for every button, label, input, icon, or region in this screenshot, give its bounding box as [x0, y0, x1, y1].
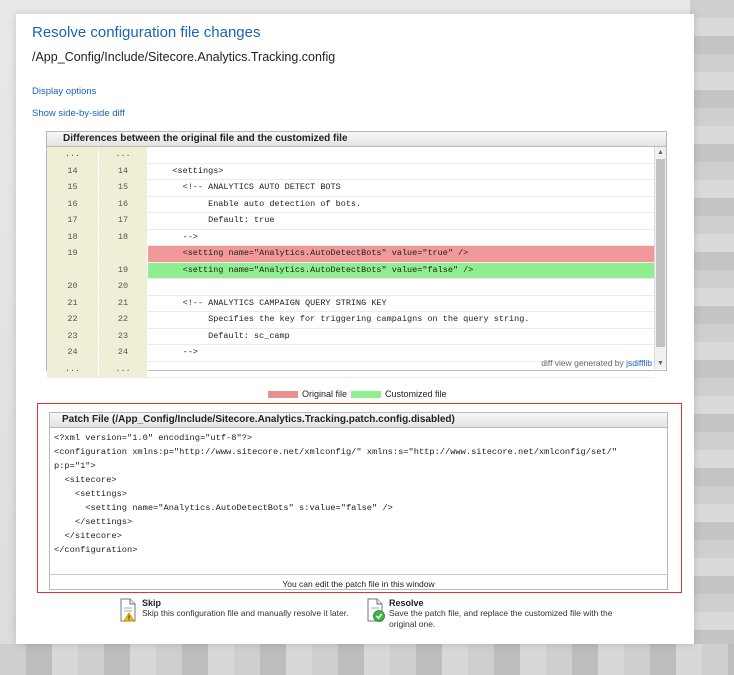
diff-line-text: Enable auto detection of bots. — [152, 198, 362, 209]
customized-line-number: 21 — [99, 295, 148, 311]
diff-legend: Original file Customized file — [268, 389, 447, 399]
display-options-link[interactable]: Display options — [32, 86, 96, 97]
diff-header: Differences between the original file an… — [47, 132, 666, 147]
diff-row: 20 20 — [47, 279, 654, 296]
patch-editor[interactable]: <?xml version="1.0" encoding="utf-8"?> <… — [50, 428, 667, 575]
skip-label: Skip — [142, 598, 162, 608]
original-line-number: 22 — [47, 312, 99, 328]
customized-file-label: Customized file — [385, 389, 447, 399]
customized-line-number: 20 — [99, 279, 148, 295]
customized-line-number: 19 — [99, 262, 148, 278]
original-line-number: 21 — [47, 295, 99, 311]
resolve-document-icon — [365, 598, 385, 624]
diff-row: 18 18 --> — [47, 229, 654, 246]
original-line-number: 20 — [47, 279, 99, 295]
scroll-down-icon[interactable]: ▼ — [655, 358, 666, 369]
diff-line-text: Specifies the key for triggering campaig… — [152, 314, 530, 324]
original-line-number: 14 — [47, 163, 99, 179]
original-line-number: 17 — [47, 213, 99, 229]
diff-generator-credit: diff view generated by jsdifflib — [541, 358, 652, 368]
customized-line-number: 14 — [99, 163, 148, 179]
diff-row: 15 15 <!-- ANALYTICS AUTO DETECT BOTS — [47, 180, 654, 197]
resolve-label: Resolve — [389, 598, 424, 608]
patch-file-panel: Patch File (/App_Config/Include/Sitecore… — [49, 412, 668, 590]
diff-row: 14 14 <settings> — [47, 163, 654, 180]
customized-line-number: ... — [99, 361, 148, 377]
original-line-number: ... — [47, 361, 99, 377]
diff-line-text: <!-- ANALYTICS CAMPAIGN QUERY STRING KEY — [152, 297, 387, 308]
customized-line-number: 15 — [99, 180, 148, 196]
skip-document-icon: ! — [118, 598, 138, 624]
customized-line-number: 18 — [99, 229, 148, 245]
diff-line-text: <setting name="Analytics.AutoDetectBots"… — [148, 262, 654, 278]
diff-row: ...... — [47, 147, 654, 164]
customized-line-number: ... — [99, 147, 148, 163]
diff-line-text: <settings> — [152, 165, 224, 176]
skip-action[interactable]: ! Skip Skip this configuration file and … — [118, 598, 372, 624]
original-line-number — [47, 262, 99, 278]
resolve-description: Save the patch file, and replace the cus… — [389, 608, 613, 629]
original-line-number: 18 — [47, 229, 99, 245]
diff-row: 19 <setting name="Analytics.AutoDetectBo… — [47, 262, 654, 279]
resolve-action[interactable]: Resolve Save the patch file, and replace… — [365, 598, 619, 630]
jsdifflib-link[interactable]: jsdifflib — [626, 358, 652, 368]
skip-description: Skip this configuration file and manuall… — [142, 608, 349, 618]
diff-line-text: Default: sc_camp — [152, 330, 290, 341]
original-line-number: ... — [47, 147, 99, 163]
customized-line-number — [99, 246, 148, 262]
customized-line-number: 24 — [99, 345, 148, 361]
svg-text:!: ! — [128, 616, 130, 622]
diff-line-text — [148, 147, 654, 163]
side-by-side-diff-link[interactable]: Show side-by-side diff — [32, 108, 125, 119]
diff-rows: ...... 14 14 <settings> 15 15 <!-- ANALYTICS… — [47, 147, 654, 378]
page-title: Resolve configuration file changes — [32, 24, 261, 41]
customized-line-number: 23 — [99, 328, 148, 344]
window-shadow-bottom — [0, 644, 734, 675]
diff-line-text — [148, 279, 654, 295]
diff-line-text: <setting name="Analytics.AutoDetectBots"… — [148, 246, 654, 262]
diff-row: 21 21 <!-- ANALYTICS CAMPAIGN QUERY STRIN… — [47, 295, 654, 312]
original-line-number: 24 — [47, 345, 99, 361]
diff-row: 17 17 Default: true — [47, 213, 654, 230]
diff-row: 22 22 Specifies the key for triggering ca… — [47, 312, 654, 329]
patch-header: Patch File (/App_Config/Include/Sitecore… — [50, 413, 667, 428]
original-line-number: 23 — [47, 328, 99, 344]
file-path: /App_Config/Include/Sitecore.Analytics.T… — [32, 50, 336, 64]
original-line-number: 15 — [47, 180, 99, 196]
diff-scrollbar[interactable]: ▲ ▼ — [654, 147, 666, 369]
customized-line-number: 16 — [99, 196, 148, 212]
original-swatch — [268, 390, 298, 398]
diff-row: 23 23 Default: sc_camp — [47, 328, 654, 345]
original-file-label: Original file — [302, 389, 348, 399]
customized-line-number: 22 — [99, 312, 148, 328]
original-line-number: 19 — [47, 246, 99, 262]
patch-note: You can edit the patch file in this wind… — [282, 579, 435, 589]
diff-row: 19 <setting name="Analytics.AutoDetectBo… — [47, 246, 654, 263]
customized-line-number: 17 — [99, 213, 148, 229]
diff-line-text: --> — [152, 231, 198, 242]
original-line-number: 16 — [47, 196, 99, 212]
window-shadow-right — [690, 0, 734, 675]
generated-prefix: diff view generated by — [541, 358, 624, 368]
diff-view: Differences between the original file an… — [46, 131, 667, 378]
diff-row: 16 16 Enable auto detection of bots. — [47, 196, 654, 213]
customized-swatch — [351, 390, 382, 398]
diff-line-text: Default: true — [152, 215, 275, 225]
scroll-thumb[interactable] — [656, 159, 665, 347]
diff-line-text: <!-- ANALYTICS AUTO DETECT BOTS — [152, 182, 341, 192]
scroll-up-icon[interactable]: ▲ — [655, 147, 666, 158]
